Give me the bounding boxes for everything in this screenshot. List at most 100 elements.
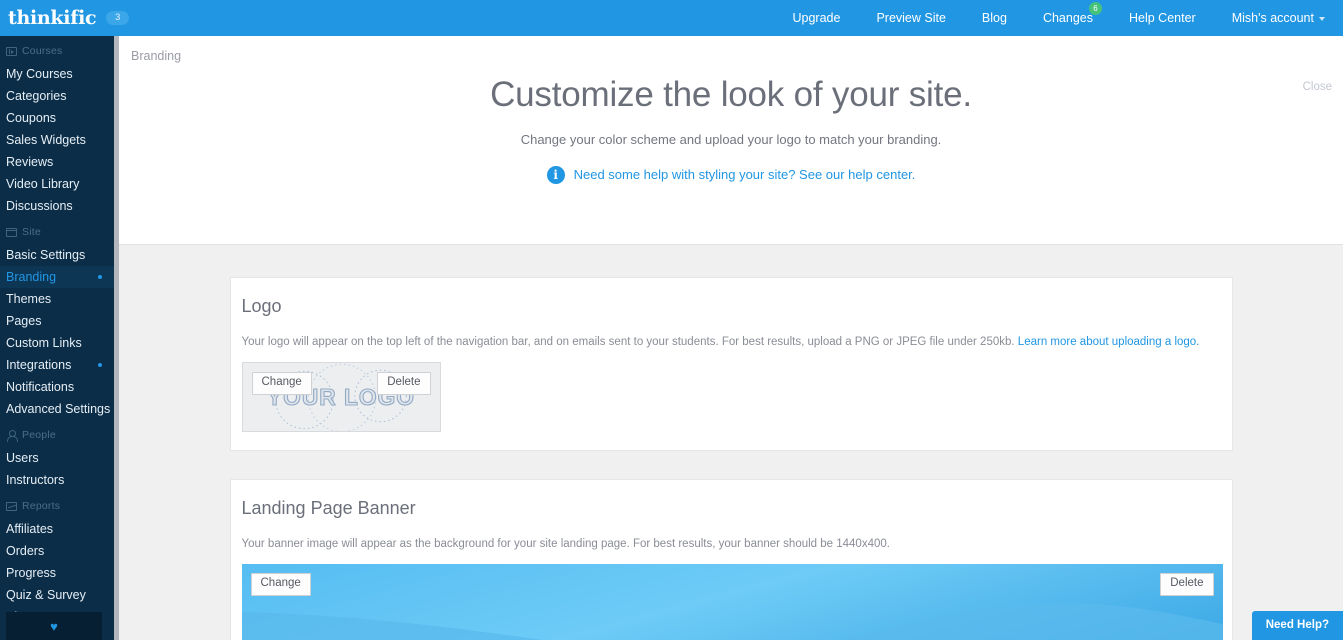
sidebar-item-label: Progress [6,566,57,580]
sidebar-section-reports: Reports [0,491,114,518]
topnav-account-menu[interactable]: Mish's account [1214,11,1329,25]
sidebar-item-label: Themes [6,292,52,306]
sidebar-item-my-courses[interactable]: My Courses [0,63,114,85]
sidebar-item-discussions[interactable]: Discussions [0,195,114,217]
banner-card: Landing Page Banner Your banner image wi… [229,479,1233,640]
page-subtitle: Change your color scheme and upload your… [520,131,942,147]
notification-dot-icon [98,363,102,367]
sidebar-item-label: Coupons [6,111,57,125]
sidebar-section-site-label: Site [22,226,41,238]
sidebar-item-label: Discussions [6,199,73,213]
sidebar-item-label: Affiliates [6,522,54,536]
sidebar-item-pages[interactable]: Pages [0,310,114,332]
sidebar-item-progress[interactable]: Progress [0,562,114,584]
sidebar-item-label: Video Library [6,177,80,191]
topnav-account-label: Mish's account [1231,11,1314,25]
sidebar-item-custom-links[interactable]: Custom Links [0,332,114,354]
sidebar-item-instructors[interactable]: Instructors [0,469,114,491]
topnav-help-center-label: Help Center [1129,11,1196,25]
breadcrumb: Branding [131,49,182,63]
sidebar-item-label: Basic Settings [6,248,86,262]
logo-description-text: Your logo will appear on the top left of… [241,336,1018,348]
changes-count-badge: 6 [1089,2,1102,15]
brand-badge: 3 [106,11,130,25]
sidebar-item-label: Branding [6,270,57,284]
logo-change-button[interactable]: Change [251,372,312,395]
sidebar-section-people: People [0,420,114,447]
topnav-changes-label: Changes [1042,11,1093,25]
sidebar-item-label: Categories [6,89,67,103]
sidebar-section-people-label: People [22,429,56,441]
sidebar-item-notifications[interactable]: Notifications [0,376,114,398]
top-navigation-bar: thinkific 3 Upgrade Preview Site Blog Ch… [0,0,1343,36]
topnav-blog[interactable]: Blog [964,11,1025,25]
sidebar-section-reports-label: Reports [22,500,61,512]
topnav-upgrade-label: Upgrade [792,11,841,25]
banner-delete-button[interactable]: Delete [1160,573,1214,596]
logo-preview: YOUR LOGO Change Delete [241,362,441,432]
page-title: Customize the look of your site. [490,75,972,114]
close-button[interactable]: Close [1303,81,1332,93]
sidebar-section-courses-label: Courses [22,45,63,57]
brand-area[interactable]: thinkific 3 [0,7,130,29]
help-center-link[interactable]: Need some help with styling your site? S… [574,167,916,182]
sidebar-item-users[interactable]: Users [0,447,114,469]
sidebar-item-advanced-settings[interactable]: Advanced Settings [0,398,114,420]
sidebar-item-orders[interactable]: Orders [0,540,114,562]
sidebar-item-affiliates[interactable]: Affiliates [0,518,114,540]
logo-delete-button[interactable]: Delete [377,372,431,395]
sidebar-item-quiz-survey[interactable]: Quiz & Survey [0,584,114,606]
banner-change-button[interactable]: Change [250,573,311,596]
topnav-preview-site-label: Preview Site [876,11,946,25]
reports-icon [6,501,17,511]
sidebar-item-label: Reviews [6,155,54,169]
sidebar-item-label: Quiz & Survey [6,588,86,602]
sidebar-item-branding[interactable]: Branding [0,266,114,288]
heart-icon: ♥ [50,618,58,634]
courses-icon [6,46,17,56]
main-content: Branding Close Customize the look of you… [119,36,1343,640]
sidebar-item-label: Pages [6,314,42,328]
topnav-changes[interactable]: Changes 6 [1025,2,1111,25]
topnav-preview-site[interactable]: Preview Site [858,11,963,25]
sidebar-item-video-library[interactable]: Video Library [0,173,114,195]
need-help-button[interactable]: Need Help? [1251,611,1343,640]
help-center-notice: i Need some help with styling your site?… [119,165,1343,184]
sidebar-item-label: Advanced Settings [6,402,111,416]
sidebar-favorite-button[interactable]: ♥ [6,612,102,640]
sidebar-item-label: Sales Widgets [6,133,86,147]
sidebar-item-reviews[interactable]: Reviews [0,151,114,173]
notification-dot-icon [98,275,102,279]
sidebar-item-label: Orders [6,544,45,558]
banner-image [241,564,1223,640]
sidebar-item-label: Instructors [6,473,65,487]
page-header-center: Customize the look of your site. Change … [119,36,1343,184]
sidebar-item-label: Custom Links [6,336,82,350]
people-icon [6,430,18,442]
logo-card: Logo Your logo will appear on the top le… [229,277,1233,451]
sidebar-scrollbar[interactable] [114,36,119,640]
sidebar-item-label: Notifications [6,380,75,394]
sidebar-item-coupons[interactable]: Coupons [0,107,114,129]
banner-card-title: Landing Page Banner [241,498,416,518]
info-icon: i [546,165,565,184]
sidebar-item-label: Integrations [6,358,72,372]
sidebar-item-themes[interactable]: Themes [0,288,114,310]
sidebar-item-categories[interactable]: Categories [0,85,114,107]
logo-card-title: Logo [241,296,282,316]
sidebar-item-integrations[interactable]: Integrations [0,354,114,376]
sidebar-section-site: Site [0,217,114,244]
sidebar-item-basic-settings[interactable]: Basic Settings [0,244,114,266]
sidebar: Courses My Courses Categories Coupons Sa… [0,36,114,640]
topnav-upgrade[interactable]: Upgrade [774,11,858,25]
chevron-down-icon [1319,16,1325,21]
page-header: Branding Close Customize the look of you… [119,36,1343,245]
logo-card-description: Your logo will appear on the top left of… [242,336,1221,348]
sidebar-item-sales-widgets[interactable]: Sales Widgets [0,129,114,151]
logo-learn-more-link[interactable]: Learn more about uploading a logo. [1018,336,1200,348]
banner-card-description: Your banner image will appear as the bac… [241,538,890,550]
settings-content: Logo Your logo will appear on the top le… [119,245,1343,640]
topnav-help-center[interactable]: Help Center [1111,11,1214,25]
banner-preview: Change Delete [241,564,1223,640]
brand-logo[interactable]: thinkific [8,7,97,29]
